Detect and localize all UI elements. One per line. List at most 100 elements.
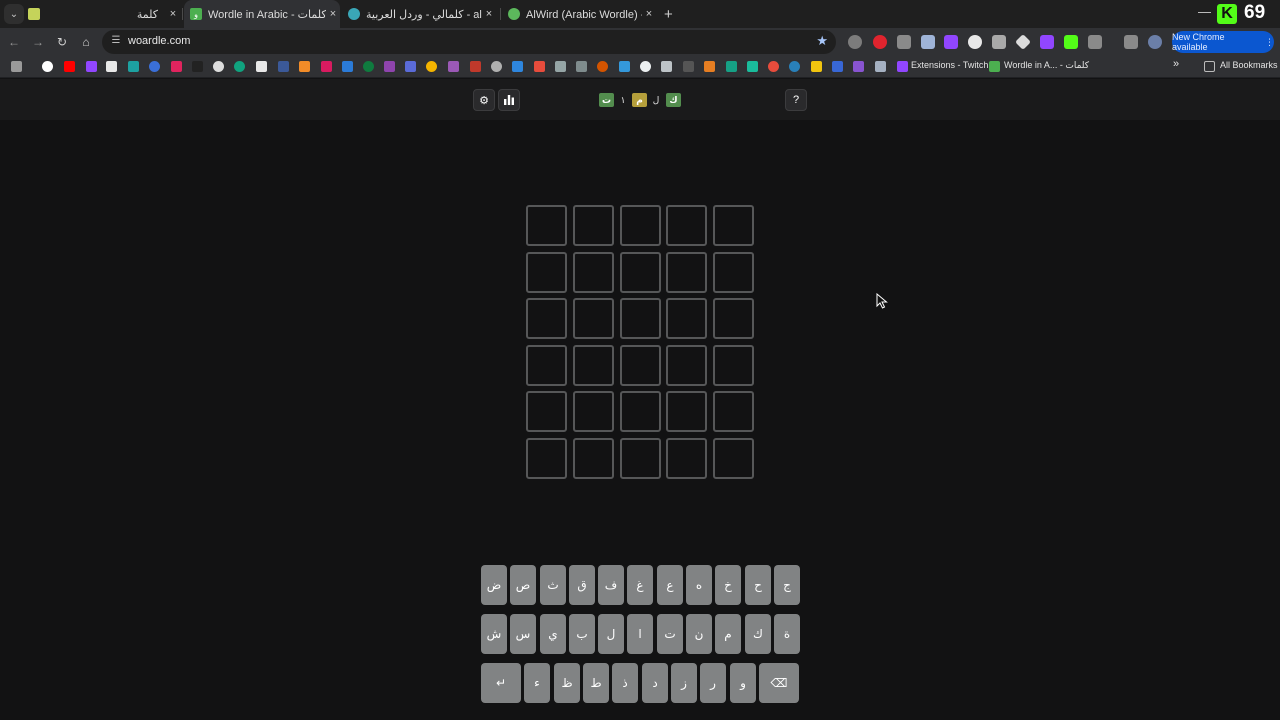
- bookmark-icon[interactable]: [811, 61, 822, 72]
- tab-alwird[interactable]: AlWird (Arabic Wordle) - الورد ×: [508, 0, 656, 28]
- bookmark-icon[interactable]: [321, 61, 332, 72]
- bookmark-icon[interactable]: [555, 61, 566, 72]
- settings-button[interactable]: ⚙: [473, 89, 495, 111]
- bookmark-icon[interactable]: [128, 61, 139, 72]
- bookmarks-overflow-icon[interactable]: »: [1173, 58, 1179, 70]
- bookmark-icon[interactable]: [448, 61, 459, 72]
- bookmark-icon[interactable]: [171, 61, 182, 72]
- keyboard-key[interactable]: ي: [540, 614, 566, 654]
- extension-icon[interactable]: [968, 35, 982, 49]
- enter-key[interactable]: ↵: [481, 663, 521, 703]
- keyboard-key[interactable]: ه: [686, 565, 712, 605]
- keyboard-key[interactable]: ك: [745, 614, 771, 654]
- keyboard-key[interactable]: م: [715, 614, 741, 654]
- keyboard-key[interactable]: ت: [657, 614, 683, 654]
- bookmark-icon[interactable]: [192, 61, 203, 72]
- keyboard-key[interactable]: ع: [657, 565, 683, 605]
- bookmark-icon[interactable]: [426, 61, 437, 72]
- bookmark-icon[interactable]: [491, 61, 502, 72]
- keyboard-key[interactable]: ط: [583, 663, 609, 703]
- back-icon[interactable]: ←: [6, 34, 22, 50]
- keyboard-key[interactable]: ز: [671, 663, 697, 703]
- bookmark-icon[interactable]: [342, 61, 353, 72]
- tab-woardle[interactable]: و Wordle in Arabic - كلمات ×: [184, 0, 340, 28]
- keyboard-key[interactable]: س: [510, 614, 536, 654]
- keyboard-key[interactable]: ح: [745, 565, 771, 605]
- extension-icon[interactable]: [1015, 34, 1031, 50]
- extension-icon[interactable]: [873, 35, 887, 49]
- bookmark-icon[interactable]: [832, 61, 843, 72]
- bookmark-icon[interactable]: [875, 61, 886, 72]
- bookmark-icon[interactable]: [234, 61, 245, 72]
- bookmark-icon[interactable]: [534, 61, 545, 72]
- bookmark-icon[interactable]: [363, 61, 374, 72]
- tab-kalimaly[interactable]: كلمالي - وردل العربية - aly.com ×: [348, 0, 496, 28]
- keyboard-key[interactable]: ض: [481, 565, 507, 605]
- reading-list-icon[interactable]: [1124, 35, 1138, 49]
- youtube-icon[interactable]: [64, 61, 75, 72]
- google-icon[interactable]: [42, 61, 53, 72]
- keyboard-key[interactable]: د: [642, 663, 668, 703]
- bookmark-icon[interactable]: [747, 61, 758, 72]
- bookmark-icon[interactable]: [278, 61, 289, 72]
- extension-icon[interactable]: [921, 35, 935, 49]
- statistics-button[interactable]: [498, 89, 520, 111]
- bookmark-icon[interactable]: [768, 61, 779, 72]
- forward-icon[interactable]: →: [30, 34, 46, 50]
- tab-kalima[interactable]: كلمة ×: [28, 0, 180, 28]
- tab-close-icon[interactable]: ×: [482, 8, 496, 20]
- wikipedia-icon[interactable]: [256, 61, 267, 72]
- new-tab-button[interactable]: +: [664, 6, 673, 23]
- bookmark-icon[interactable]: [619, 61, 630, 72]
- keyboard-key[interactable]: ق: [569, 565, 595, 605]
- profile-avatar[interactable]: [1148, 35, 1162, 49]
- keyboard-key[interactable]: ذ: [612, 663, 638, 703]
- bookmark-extensions-twitch[interactable]: Extensions - Twitch: [911, 60, 988, 70]
- keyboard-key[interactable]: ء: [524, 663, 550, 703]
- apps-grid-icon[interactable]: [11, 61, 22, 72]
- bookmark-icon[interactable]: [470, 61, 481, 72]
- chrome-update-button[interactable]: New Chrome available ⋮: [1172, 31, 1274, 53]
- bookmark-star-icon[interactable]: ★: [816, 33, 828, 49]
- bookmark-icon[interactable]: [384, 61, 395, 72]
- bookmark-icon[interactable]: [704, 61, 715, 72]
- keyboard-key[interactable]: ج: [774, 565, 800, 605]
- keyboard-key[interactable]: غ: [627, 565, 653, 605]
- keyboard-key[interactable]: ص: [510, 565, 536, 605]
- keyboard-key[interactable]: ب: [569, 614, 595, 654]
- bookmark-icon[interactable]: [640, 61, 651, 72]
- bookmark-icon[interactable]: [661, 61, 672, 72]
- help-button[interactable]: ?: [785, 89, 807, 111]
- tab-close-icon[interactable]: ×: [166, 8, 180, 20]
- backspace-key[interactable]: ⌫: [759, 663, 799, 703]
- keyboard-key[interactable]: ظ: [554, 663, 580, 703]
- extension-icon[interactable]: [897, 35, 911, 49]
- bookmark-icon[interactable]: [106, 61, 117, 72]
- bookmark-icon[interactable]: [789, 61, 800, 72]
- keyboard-key[interactable]: ش: [481, 614, 507, 654]
- extension-icon[interactable]: [944, 35, 958, 49]
- keyboard-key[interactable]: خ: [715, 565, 741, 605]
- keyboard-key[interactable]: ر: [700, 663, 726, 703]
- bookmark-icon[interactable]: [853, 61, 864, 72]
- reload-icon[interactable]: ↻: [54, 34, 70, 50]
- site-info-icon[interactable]: ☰: [110, 35, 122, 47]
- mute-icon[interactable]: [992, 35, 1006, 49]
- extension-icon[interactable]: [1040, 35, 1054, 49]
- extension-icon[interactable]: [848, 35, 862, 49]
- tab-search-button[interactable]: ⌄: [4, 4, 24, 24]
- keyboard-key[interactable]: ن: [686, 614, 712, 654]
- minimize-button[interactable]: —: [1198, 4, 1211, 19]
- extensions-puzzle-icon[interactable]: [1088, 35, 1102, 49]
- tab-close-icon[interactable]: ×: [326, 8, 340, 20]
- keyboard-key[interactable]: ة: [774, 614, 800, 654]
- bookmark-icon[interactable]: [576, 61, 587, 72]
- bookmark-icon[interactable]: [597, 61, 608, 72]
- address-bar[interactable]: ☰ woardle.com ★: [102, 30, 836, 54]
- keyboard-key[interactable]: ف: [598, 565, 624, 605]
- keyboard-key[interactable]: ا: [627, 614, 653, 654]
- home-icon[interactable]: ⌂: [78, 34, 94, 50]
- bookmark-icon[interactable]: [299, 61, 310, 72]
- tab-close-icon[interactable]: ×: [642, 8, 656, 20]
- keyboard-key[interactable]: و: [730, 663, 756, 703]
